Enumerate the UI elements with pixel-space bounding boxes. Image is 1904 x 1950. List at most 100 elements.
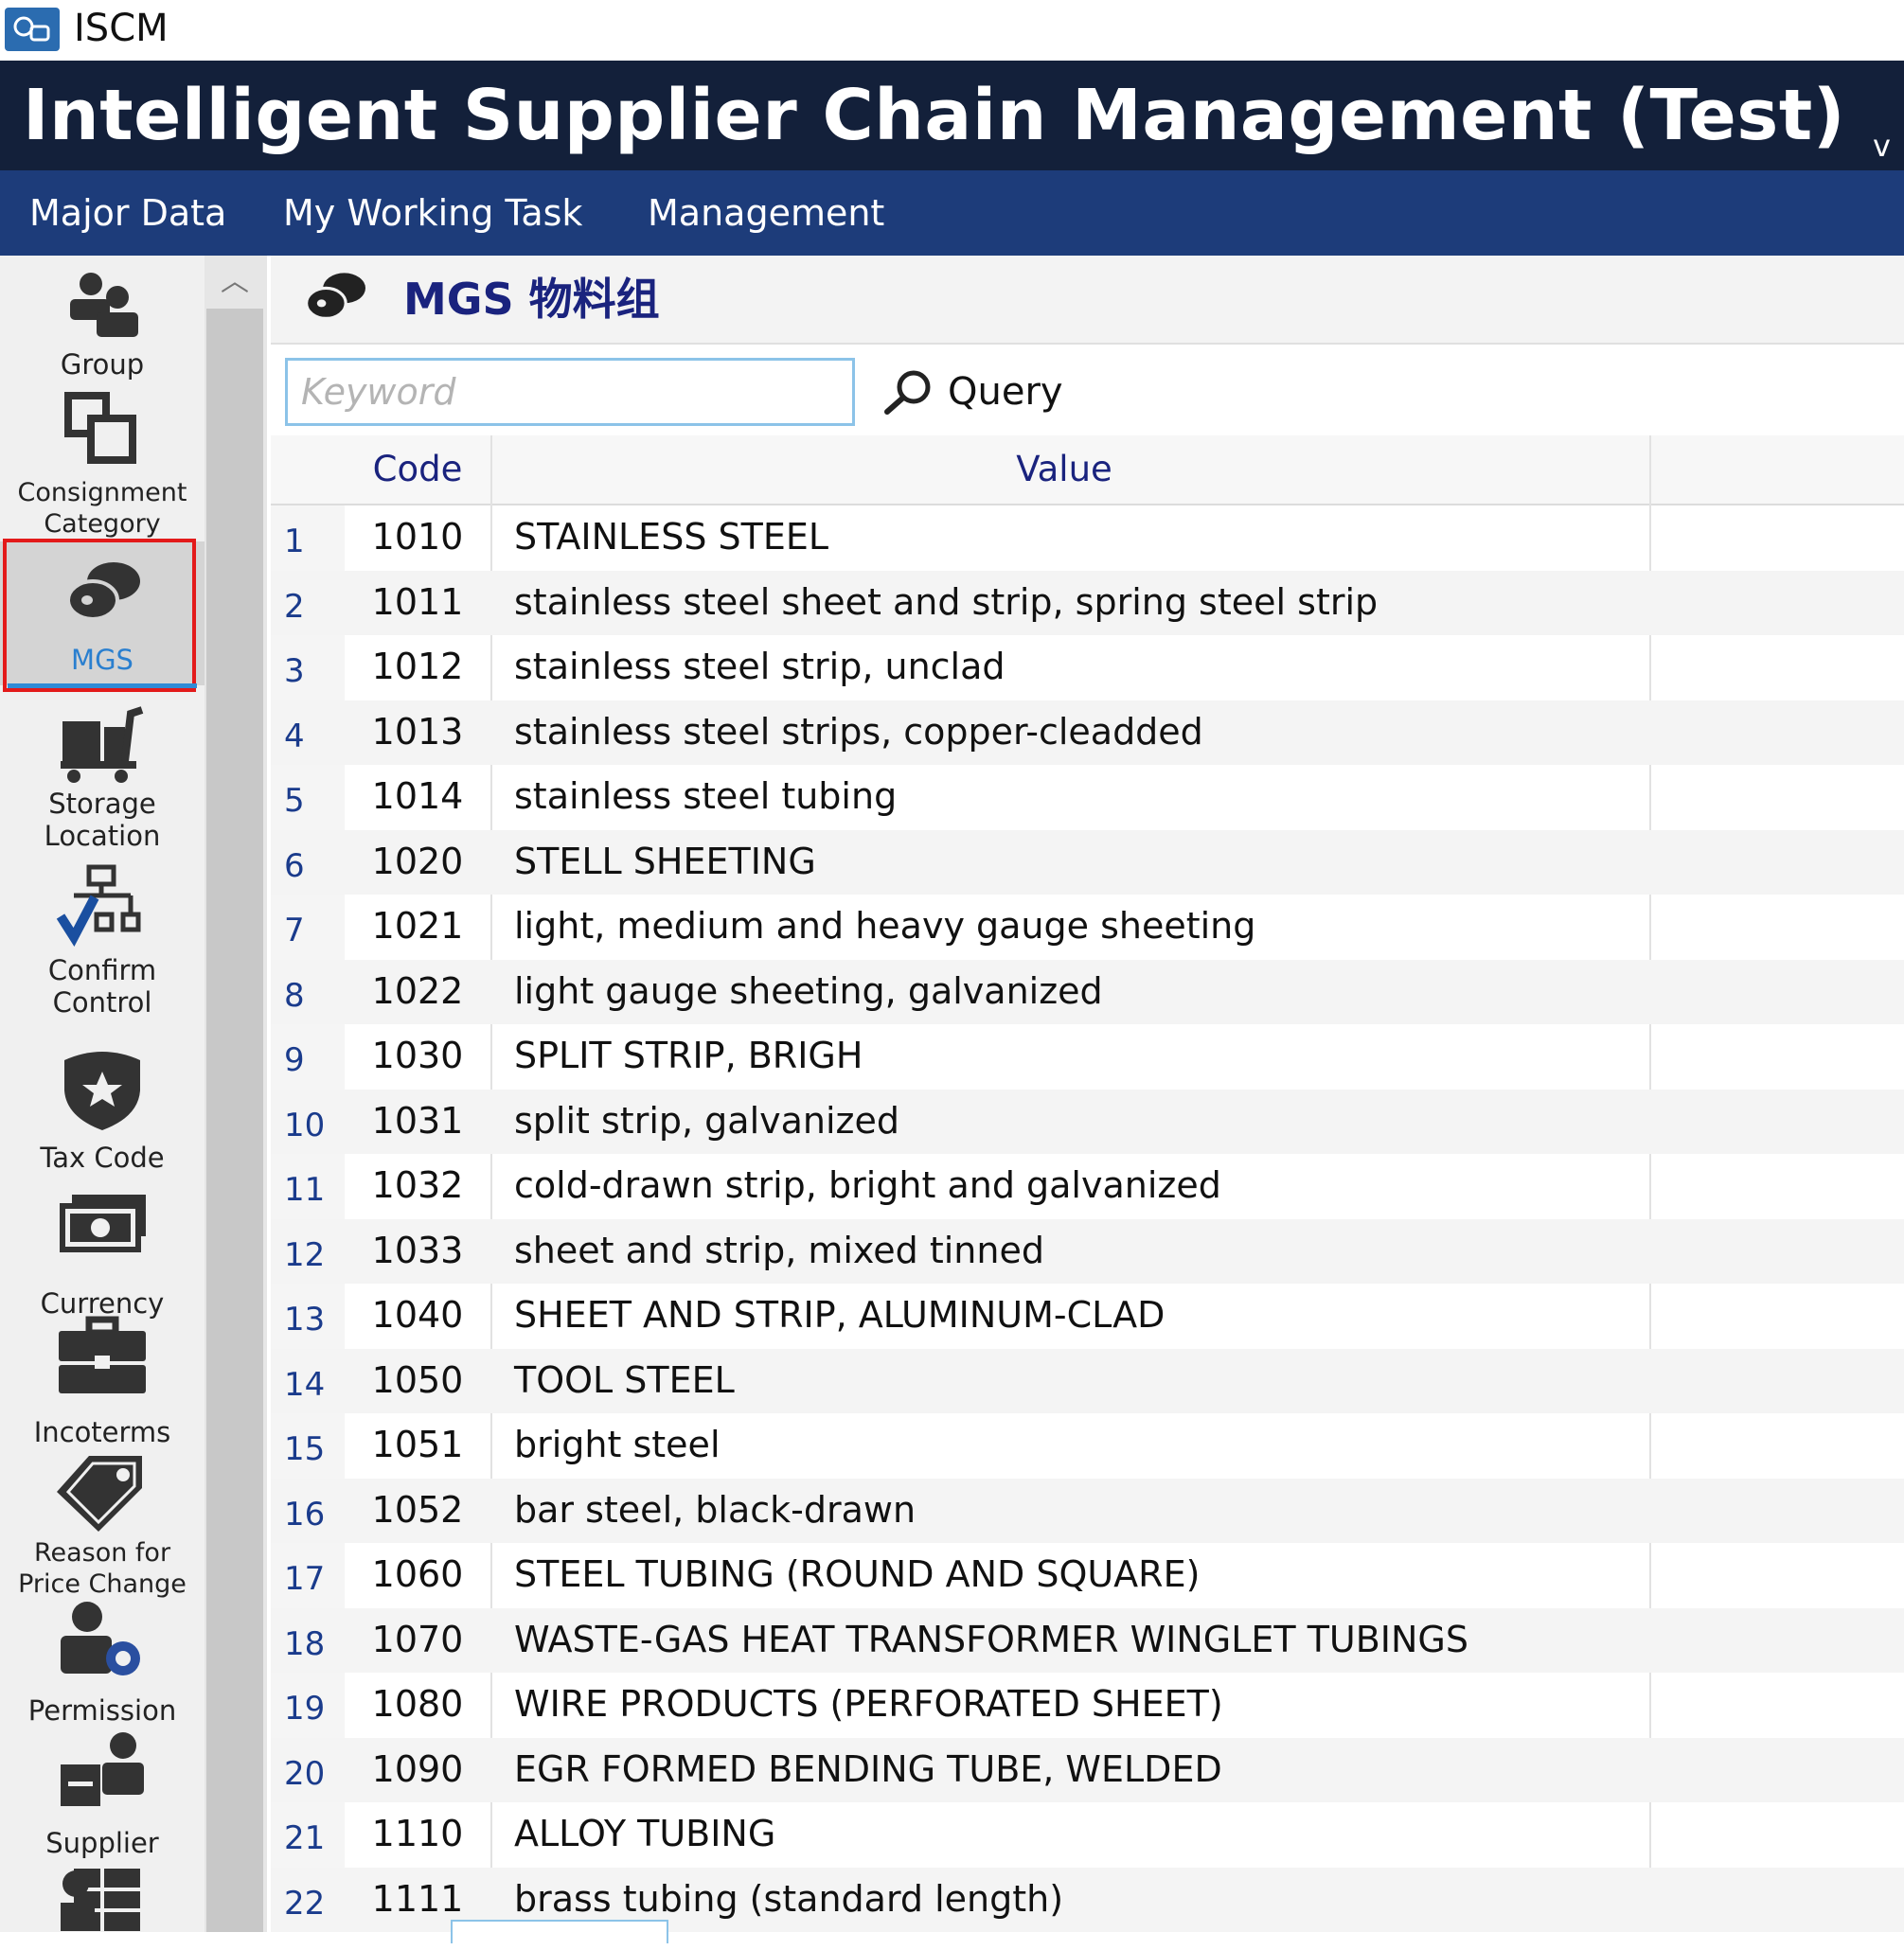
query-button[interactable]: Query (881, 358, 1063, 426)
cell-code: 1031 (371, 1099, 464, 1142)
main-content: MGS 物料组 Query Code Value 1 1010 STAINLESS … (271, 256, 1904, 1943)
table-row[interactable]: 20 1090 EGR FORMED BENDING TUBE, WELDED (271, 1737, 1904, 1802)
cell-code: 1070 (371, 1618, 464, 1660)
page-title: MGS 物料组 (403, 274, 660, 325)
cell-value: stainless steel sheet and strip, spring … (514, 580, 1379, 623)
table-row[interactable]: 4 1013 stainless steel strips, copper-clea… (271, 700, 1904, 765)
cell-value: EGR FORMED BENDING TUBE, WELDED (514, 1747, 1222, 1790)
page-header: MGS 物料组 (271, 256, 1904, 345)
table-row[interactable]: 14 1050 TOOL STEEL (271, 1348, 1904, 1413)
main-menubar: Major Data My Working Task Management (0, 170, 1904, 256)
cell-value: stainless steel tubing (514, 775, 898, 817)
table-row[interactable]: 3 1012 stainless steel strip, unclad (271, 635, 1904, 700)
table-row[interactable]: 16 1052 bar steel, black-drawn (271, 1478, 1904, 1543)
row-number: 17 (284, 1560, 326, 1598)
cell-value: STAINLESS STEEL (514, 516, 829, 558)
search-input[interactable] (285, 358, 855, 426)
cell-code: 1051 (371, 1424, 464, 1465)
row-number: 4 (284, 717, 305, 755)
app-logo-icon (5, 8, 60, 51)
sidebar-item-incoterms[interactable]: Incoterms (0, 1312, 205, 1448)
consignment-category-icon (64, 392, 136, 464)
chevron-down-icon[interactable]: v (1873, 127, 1891, 165)
table-row[interactable]: 11 1032 cold-drawn strip, bright and galva… (271, 1154, 1904, 1219)
sidebar-scrollbar[interactable]: ︿ (205, 256, 267, 1932)
cell-code: 1011 (371, 580, 464, 623)
sidebar-item-label: Incoterms (33, 1416, 171, 1448)
chevron-up-icon[interactable]: ︿ (216, 263, 254, 301)
row-number: 19 (284, 1690, 326, 1728)
sidebar: Group Consignment Category MGS Storage L… (0, 256, 205, 1932)
cell-value: STELL SHEETING (514, 840, 816, 882)
table-row[interactable]: 18 1070 WASTE-GAS HEAT TRANSFORMER WINGLET… (271, 1607, 1904, 1673)
price-tag-icon (57, 1456, 142, 1532)
table-row[interactable]: 21 1110 ALLOY TUBING (271, 1802, 1904, 1868)
table-row[interactable]: 15 1051 bright steel (271, 1413, 1904, 1479)
cell-value: WASTE-GAS HEAT TRANSFORMER WINGLET TUBIN… (514, 1618, 1468, 1660)
row-number: 10 (284, 1106, 326, 1144)
cell-value: light, medium and heavy gauge sheeting (514, 905, 1256, 947)
cell-value: light gauge sheeting, galvanized (514, 969, 1103, 1012)
column-header-code[interactable]: Code (345, 435, 490, 504)
query-button-label: Query (948, 370, 1063, 414)
incoterms-icon (59, 1316, 146, 1393)
sidebar-item-label: Permission (27, 1694, 177, 1727)
row-number: 13 (284, 1301, 326, 1338)
row-number: 20 (284, 1754, 326, 1793)
sidebar-item-tax-code[interactable]: Tax Code (0, 1041, 205, 1183)
table-row[interactable]: 6 1020 STELL SHEETING (271, 829, 1904, 895)
row-number: 15 (284, 1430, 326, 1468)
sidebar-item-reason-for-price-change[interactable]: Reason for Price Change (0, 1446, 205, 1599)
row-number: 2 (284, 587, 305, 626)
selection-underline (8, 683, 197, 688)
search-icon (884, 370, 931, 415)
sidebar-item-currency[interactable]: Currency (0, 1183, 205, 1320)
currency-icon (60, 1195, 146, 1252)
table-row[interactable]: 10 1031 split strip, galvanized (271, 1089, 1904, 1154)
window-titlebar: ISCM (0, 0, 1904, 61)
search-toolbar: Query (271, 345, 1904, 437)
data-table: Code Value 1 1010 STAINLESS STEEL 2 1011 stai… (271, 435, 1904, 1932)
sidebar-item-confirm-control[interactable]: Confirm Control (0, 863, 205, 1034)
mgs-icon (305, 273, 365, 320)
cell-code: 1014 (371, 775, 464, 817)
column-header-value[interactable]: Value (492, 435, 1636, 504)
cell-value: stainless steel strip, unclad (514, 646, 1005, 687)
row-number: 11 (284, 1171, 326, 1209)
menu-management[interactable]: Management (648, 170, 884, 256)
sidebar-item-permission[interactable]: Permission (0, 1598, 205, 1730)
table-row[interactable]: 7 1021 light, medium and heavy gauge sheet… (271, 895, 1904, 960)
cell-code: 1010 (371, 516, 464, 558)
menu-my-working-task[interactable]: My Working Task (283, 170, 582, 256)
table-row[interactable]: 1 1010 STAINLESS STEEL (271, 505, 1904, 571)
scrollbar-track[interactable] (206, 309, 263, 1932)
sidebar-item-next[interactable] (0, 1852, 205, 1932)
table-row[interactable]: 2 1011 stainless steel sheet and strip, sp… (271, 570, 1904, 635)
cell-code: 1050 (371, 1358, 464, 1401)
sidebar-item-group[interactable]: Group (0, 256, 205, 386)
sidebar-item-supplier[interactable]: Supplier (0, 1728, 205, 1861)
table-row[interactable]: 9 1030 SPLIT STRIP, BRIGH (271, 1024, 1904, 1090)
sidebar-item-consignment-category[interactable]: Consignment Category (0, 388, 205, 540)
cell-code: 1052 (371, 1488, 464, 1531)
cell-code: 1030 (371, 1035, 464, 1076)
cell-code: 1021 (371, 905, 464, 947)
table-row[interactable]: 12 1033 sheet and strip, mixed tinned (271, 1218, 1904, 1284)
cell-value: stainless steel strips, copper-cleadded (514, 710, 1203, 753)
cell-value: bright steel (514, 1424, 721, 1465)
sidebar-item-label: Reason for Price Change (18, 1538, 187, 1599)
table-row[interactable]: 13 1040 SHEET AND STRIP, ALUMINUM-CLAD (271, 1284, 1904, 1349)
tax-code-icon (64, 1052, 140, 1130)
menu-major-data[interactable]: Major Data (29, 170, 226, 256)
row-number: 21 (284, 1819, 326, 1857)
cell-code: 1022 (371, 969, 464, 1012)
table-row[interactable]: 8 1022 light gauge sheeting, galvanized (271, 959, 1904, 1024)
cell-code: 1040 (371, 1294, 464, 1336)
row-number: 6 (284, 846, 305, 885)
sidebar-item-storage-location[interactable]: Storage Location (0, 700, 205, 854)
cell-code: 1012 (371, 646, 464, 687)
table-row[interactable]: 19 1080 WIRE PRODUCTS (PERFORATED SHEET) (271, 1673, 1904, 1738)
sidebar-item-label: Tax Code (40, 1142, 165, 1174)
table-row[interactable]: 17 1060 STEEL TUBING (ROUND AND SQUARE) (271, 1543, 1904, 1608)
table-row[interactable]: 5 1014 stainless steel tubing (271, 765, 1904, 830)
